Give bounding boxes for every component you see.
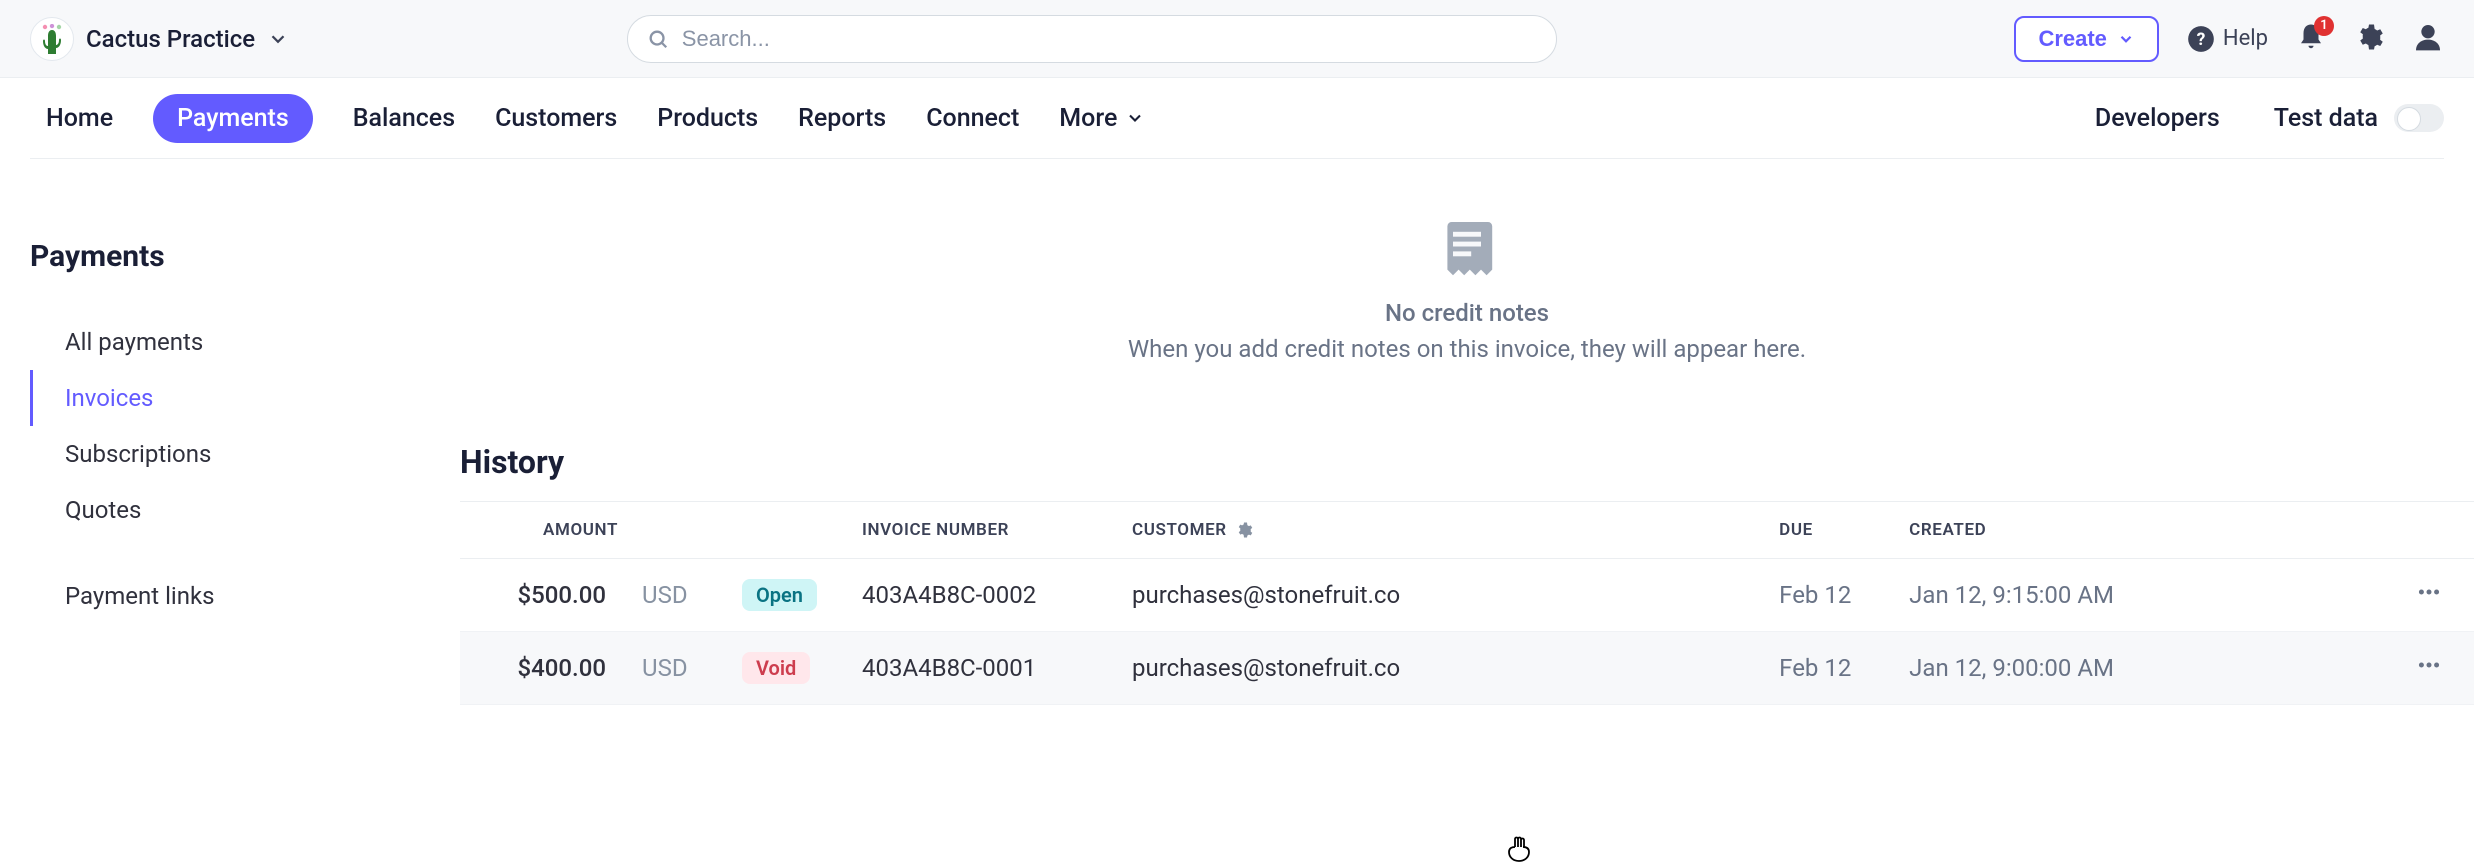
chevron-down-icon bbox=[1125, 108, 1145, 128]
nav-more-label: More bbox=[1059, 104, 1117, 133]
sidebar: Payments All payments Invoices Subscript… bbox=[0, 159, 420, 705]
status-badge: Void bbox=[742, 652, 810, 684]
history-title: History bbox=[460, 443, 2474, 481]
empty-subtitle: When you add credit notes on this invoic… bbox=[1128, 335, 1806, 363]
cell-invoice-number: 403A4B8C-0001 bbox=[850, 632, 1120, 705]
navbar: Home Payments Balances Customers Product… bbox=[0, 78, 2474, 158]
cactus-icon bbox=[39, 24, 65, 54]
account-button[interactable] bbox=[2412, 21, 2444, 57]
help-label: Help bbox=[2223, 26, 2268, 51]
history-table: Amount Invoice number Customer Due Creat… bbox=[460, 501, 2474, 705]
search-wrap bbox=[627, 15, 1557, 63]
nav-customers[interactable]: Customers bbox=[495, 94, 617, 143]
settings-button[interactable] bbox=[2354, 22, 2384, 56]
cell-due: Feb 12 bbox=[1767, 632, 1897, 705]
nav-products[interactable]: Products bbox=[657, 94, 758, 143]
help-button[interactable]: ? Help bbox=[2187, 25, 2268, 53]
col-amount: Amount bbox=[460, 502, 630, 559]
nav-reports[interactable]: Reports bbox=[798, 94, 886, 143]
cell-customer: purchases@stonefruit.co bbox=[1120, 632, 1767, 705]
col-created: Created bbox=[1897, 502, 2404, 559]
col-due: Due bbox=[1767, 502, 1897, 559]
more-horizontal-icon bbox=[2416, 652, 2442, 678]
col-customer: Customer bbox=[1120, 502, 1767, 559]
gear-icon[interactable] bbox=[1235, 521, 1253, 539]
person-icon bbox=[2412, 21, 2444, 53]
sidebar-item-payment-links[interactable]: Payment links bbox=[30, 568, 420, 624]
row-actions-button[interactable] bbox=[2404, 632, 2474, 705]
sidebar-list: All payments Invoices Subscriptions Quot… bbox=[30, 314, 420, 624]
cell-amount: $400.00 bbox=[460, 632, 630, 705]
nav-payments[interactable]: Payments bbox=[153, 94, 313, 143]
table-row[interactable]: $500.00 USD Open 403A4B8C-0002 purchases… bbox=[460, 559, 2474, 632]
cell-due: Feb 12 bbox=[1767, 559, 1897, 632]
nav-right: Developers Test data bbox=[2095, 104, 2444, 133]
search-input[interactable] bbox=[627, 15, 1557, 63]
org-name: Cactus Practice bbox=[86, 25, 255, 53]
cell-created: Jan 12, 9:00:00 AM bbox=[1897, 632, 2404, 705]
chevron-down-icon bbox=[2117, 30, 2135, 48]
nav-connect[interactable]: Connect bbox=[926, 94, 1019, 143]
cell-currency: USD bbox=[630, 632, 730, 705]
cell-created: Jan 12, 9:15:00 AM bbox=[1897, 559, 2404, 632]
org-switcher[interactable]: Cactus Practice bbox=[30, 17, 289, 61]
empty-title: No credit notes bbox=[1385, 299, 1549, 327]
nav-home[interactable]: Home bbox=[46, 94, 113, 143]
cell-status: Void bbox=[730, 632, 850, 705]
topbar-right: Create ? Help 1 bbox=[2014, 16, 2444, 62]
cell-customer: purchases@stonefruit.co bbox=[1120, 559, 1767, 632]
sidebar-item-quotes[interactable]: Quotes bbox=[30, 482, 420, 538]
notification-count: 1 bbox=[2314, 16, 2334, 36]
more-horizontal-icon bbox=[2416, 579, 2442, 605]
sidebar-item-all-payments[interactable]: All payments bbox=[30, 314, 420, 370]
sidebar-item-subscriptions[interactable]: Subscriptions bbox=[30, 426, 420, 482]
content: No credit notes When you add credit note… bbox=[420, 159, 2474, 705]
receipt-icon bbox=[1439, 219, 1495, 281]
nav-left: Home Payments Balances Customers Product… bbox=[46, 94, 1145, 143]
col-status bbox=[730, 502, 850, 559]
topbar: Cactus Practice Create ? Help 1 bbox=[0, 0, 2474, 78]
cell-amount: $500.00 bbox=[460, 559, 630, 632]
col-actions bbox=[2404, 502, 2474, 559]
cell-status: Open bbox=[730, 559, 850, 632]
credit-notes-empty-state: No credit notes When you add credit note… bbox=[460, 179, 2474, 413]
create-label: Create bbox=[2038, 26, 2106, 52]
search-icon bbox=[647, 28, 669, 50]
svg-text:?: ? bbox=[2197, 29, 2206, 49]
cell-currency: USD bbox=[630, 559, 730, 632]
create-button[interactable]: Create bbox=[2014, 16, 2158, 62]
nav-test-data: Test data bbox=[2274, 104, 2378, 133]
row-actions-button[interactable] bbox=[2404, 559, 2474, 632]
nav-more[interactable]: More bbox=[1059, 94, 1145, 143]
table-header: Amount Invoice number Customer Due Creat… bbox=[460, 502, 2474, 559]
nav-developers[interactable]: Developers bbox=[2095, 104, 2220, 133]
gear-icon bbox=[2354, 22, 2384, 52]
col-currency bbox=[630, 502, 730, 559]
help-icon: ? bbox=[2187, 25, 2215, 53]
org-logo bbox=[30, 17, 74, 61]
col-customer-label: Customer bbox=[1132, 520, 1227, 540]
sidebar-item-invoices[interactable]: Invoices bbox=[30, 370, 420, 426]
table-row[interactable]: $400.00 USD Void 403A4B8C-0001 purchases… bbox=[460, 632, 2474, 705]
test-data-toggle[interactable] bbox=[2394, 104, 2444, 132]
notifications-button[interactable]: 1 bbox=[2296, 22, 2326, 56]
cursor-icon bbox=[1505, 835, 1533, 865]
status-badge: Open bbox=[742, 579, 817, 611]
col-invoice-number: Invoice number bbox=[850, 502, 1120, 559]
nav-balances[interactable]: Balances bbox=[353, 94, 455, 143]
main: Payments All payments Invoices Subscript… bbox=[0, 159, 2474, 705]
cell-invoice-number: 403A4B8C-0002 bbox=[850, 559, 1120, 632]
chevron-down-icon bbox=[267, 28, 289, 50]
sidebar-title: Payments bbox=[30, 239, 420, 274]
